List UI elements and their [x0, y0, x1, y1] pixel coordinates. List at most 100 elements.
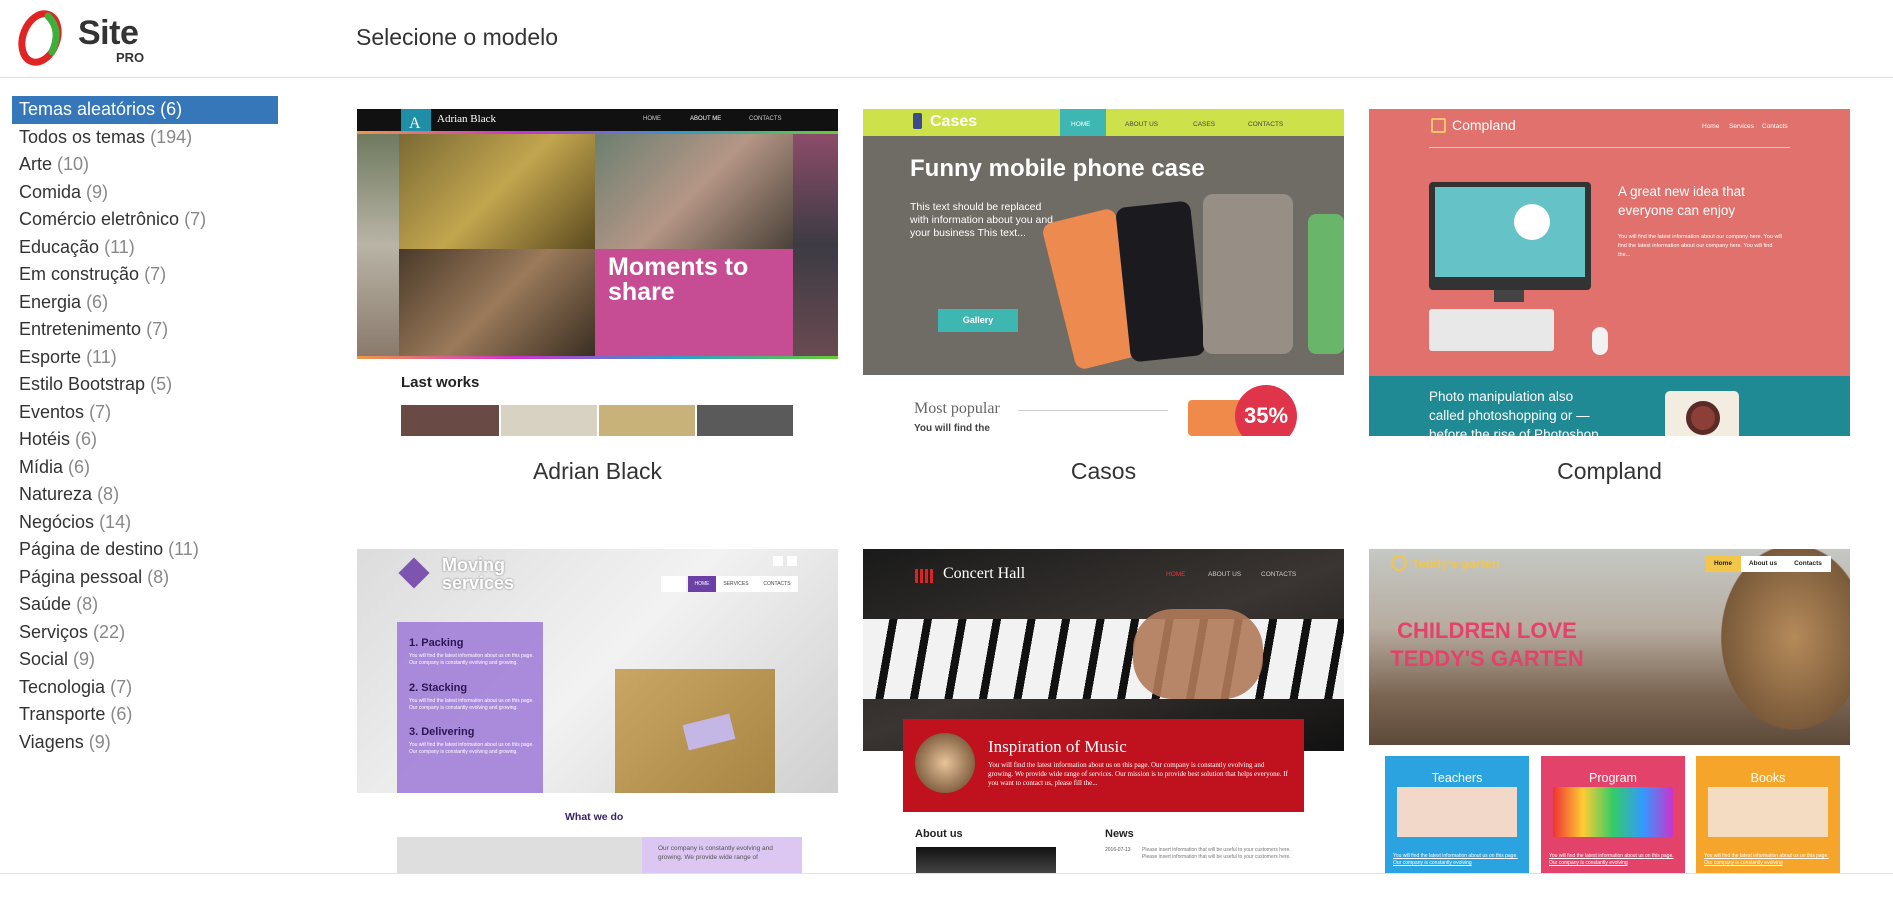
template-card-adrian-black[interactable]: A Adrian Black HOME ABOUT ME CONTACTS Mo… — [357, 109, 838, 485]
category-label: Entretenimento — [19, 319, 142, 339]
category-label: Em construção — [19, 264, 140, 284]
category-item[interactable]: Negócios (14) — [12, 509, 278, 537]
black-phone-case — [1115, 200, 1206, 363]
preview-nav: SERVICES — [716, 576, 756, 592]
concert-logo-icon — [915, 569, 934, 583]
category-item[interactable]: Hotéis (6) — [12, 426, 278, 454]
phone-icon — [913, 113, 922, 129]
template-name[interactable]: Casos — [863, 458, 1344, 485]
template-card-teddys-garten[interactable]: Teddy's garten Home About us Contacts CH… — [1369, 549, 1850, 873]
category-item[interactable]: Entretenimento (7) — [12, 316, 278, 344]
category-item[interactable]: Energia (6) — [12, 289, 278, 317]
category-item[interactable]: Em construção (7) — [12, 261, 278, 289]
template-thumbnail[interactable]: A Adrian Black HOME ABOUT ME CONTACTS Mo… — [357, 109, 838, 436]
category-label: Natureza — [19, 484, 93, 504]
category-item[interactable]: Estilo Bootstrap (5) — [12, 371, 278, 399]
preview-headline: Moments to share — [608, 253, 749, 306]
feature-card-title: Books — [1750, 771, 1786, 785]
category-count: (5) — [150, 374, 173, 394]
brand-sun-icon — [1391, 555, 1407, 571]
category-label: Mídia — [19, 456, 64, 477]
preview-nav: ABOUT US — [1125, 121, 1159, 128]
step-text: You will find the latest information abo… — [409, 698, 534, 711]
category-label: Tecnologia — [19, 676, 106, 697]
site-pro-logo[interactable]: Site PRO — [18, 8, 148, 68]
portrait-photo — [399, 249, 595, 356]
mouse-icon — [1592, 327, 1608, 355]
category-item[interactable]: Serviços (22) — [12, 619, 278, 647]
template-card-moving-services[interactable]: Moving services HOME SERVICES CONTACTS 1… — [357, 549, 838, 873]
preview-headline: A great new idea that everyone can enjoy — [1618, 184, 1745, 218]
preview-nav: CONTACTS — [1248, 121, 1284, 128]
discount-badge: 35% — [1235, 385, 1297, 436]
preview-brand: Teddy's garten — [1412, 557, 1500, 571]
category-item[interactable]: Viagens (9) — [12, 729, 278, 757]
preview-nav: Home — [1705, 556, 1741, 572]
category-item[interactable]: Comércio eletrônico (7) — [12, 206, 278, 234]
wheat-photo — [399, 134, 595, 249]
preview-headline: CHILDREN LOVE TEDDY'S GARTEN — [1390, 618, 1584, 671]
category-label: Esporte — [19, 346, 82, 367]
grey-phone-case — [1203, 194, 1293, 354]
template-card-casos[interactable]: Cases HOME ABOUT US CASES CONTACTS Funny… — [863, 109, 1344, 485]
preview-brand: Compland — [1452, 117, 1516, 133]
preview-nav: About us — [1741, 556, 1785, 572]
app-header: Site PRO Selecione o modelo — [0, 0, 1893, 78]
preview-body: You will find the latest information abo… — [1618, 234, 1782, 258]
step-title: 3. Delivering — [409, 726, 475, 738]
step-text: You will find the latest information abo… — [409, 742, 534, 755]
template-card-concert-hall[interactable]: Concert Hall HOME ABOUT US CONTACTS Insp… — [863, 549, 1344, 873]
category-label: Arte — [19, 154, 53, 174]
category-count: (9) — [86, 181, 109, 202]
preview-brand: Cases — [930, 113, 978, 130]
category-item[interactable]: Comida (9) — [12, 179, 278, 207]
category-item[interactable]: Todos os temas (194) — [12, 124, 278, 152]
hand-photo — [1133, 609, 1263, 699]
template-thumbnail[interactable]: Compland Home Services Contacts A great … — [1369, 109, 1850, 436]
category-item[interactable]: Esporte (11) — [12, 344, 278, 372]
category-label: Viagens — [19, 731, 84, 752]
category-item[interactable]: Temas aleatórios (6) — [12, 96, 278, 124]
category-item[interactable]: Página pessoal (8) — [12, 564, 278, 592]
template-thumbnail[interactable]: Cases HOME ABOUT US CASES CONTACTS Funny… — [863, 109, 1344, 436]
category-item[interactable]: Social (9) — [12, 646, 278, 674]
preview-about: About us — [915, 828, 963, 840]
category-item[interactable]: Eventos (7) — [12, 399, 278, 427]
category-item[interactable]: Saúde (8) — [12, 591, 278, 619]
category-count: (7) — [146, 319, 169, 339]
category-label: Energia — [19, 291, 82, 312]
category-item[interactable]: Educação (11) — [12, 234, 278, 262]
category-label: Página pessoal — [19, 566, 143, 587]
category-item[interactable]: Tecnologia (7) — [12, 674, 278, 702]
preview-nav: HOME — [688, 576, 716, 592]
woman-photo — [595, 134, 793, 249]
category-item[interactable]: Natureza (8) — [12, 481, 278, 509]
preview-nav: HOME — [1166, 571, 1186, 578]
category-item[interactable]: Transporte (6) — [12, 701, 278, 729]
category-item[interactable]: Mídia (6) — [12, 454, 278, 482]
template-card-compland[interactable]: Compland Home Services Contacts A great … — [1369, 109, 1850, 485]
category-label: Saúde — [19, 594, 72, 614]
feature-card-title: Teachers — [1431, 771, 1483, 785]
category-count: (6) — [86, 291, 109, 312]
preview-brand: Concert Hall — [943, 565, 1026, 582]
preview-headline: Funny mobile phone case — [910, 155, 1205, 182]
preview-section: Most popular — [914, 400, 1000, 417]
step-text: You will find the latest information abo… — [409, 653, 534, 666]
template-name[interactable]: Adrian Black — [357, 458, 838, 485]
preview-nav: ABOUT US — [1208, 571, 1242, 578]
logo-word: Site — [78, 14, 139, 52]
piano-keys — [863, 619, 1344, 699]
preview-nav: CASES — [1193, 121, 1216, 128]
template-thumbnail[interactable]: Teddy's garten Home About us Contacts CH… — [1369, 549, 1850, 873]
category-label: Transporte — [19, 704, 106, 724]
preview-section-sub: You will find the — [914, 423, 990, 434]
preview-news: News — [1105, 828, 1134, 840]
category-item[interactable]: Página de destino (11) — [12, 536, 278, 564]
template-thumbnail[interactable]: Moving services HOME SERVICES CONTACTS 1… — [357, 549, 838, 873]
category-label: Social — [19, 649, 69, 669]
category-item[interactable]: Arte (10) — [12, 151, 278, 179]
template-name[interactable]: Compland — [1369, 458, 1850, 485]
template-thumbnail[interactable]: Concert Hall HOME ABOUT US CONTACTS Insp… — [863, 549, 1344, 873]
preview-nav: Contacts — [1785, 556, 1831, 572]
